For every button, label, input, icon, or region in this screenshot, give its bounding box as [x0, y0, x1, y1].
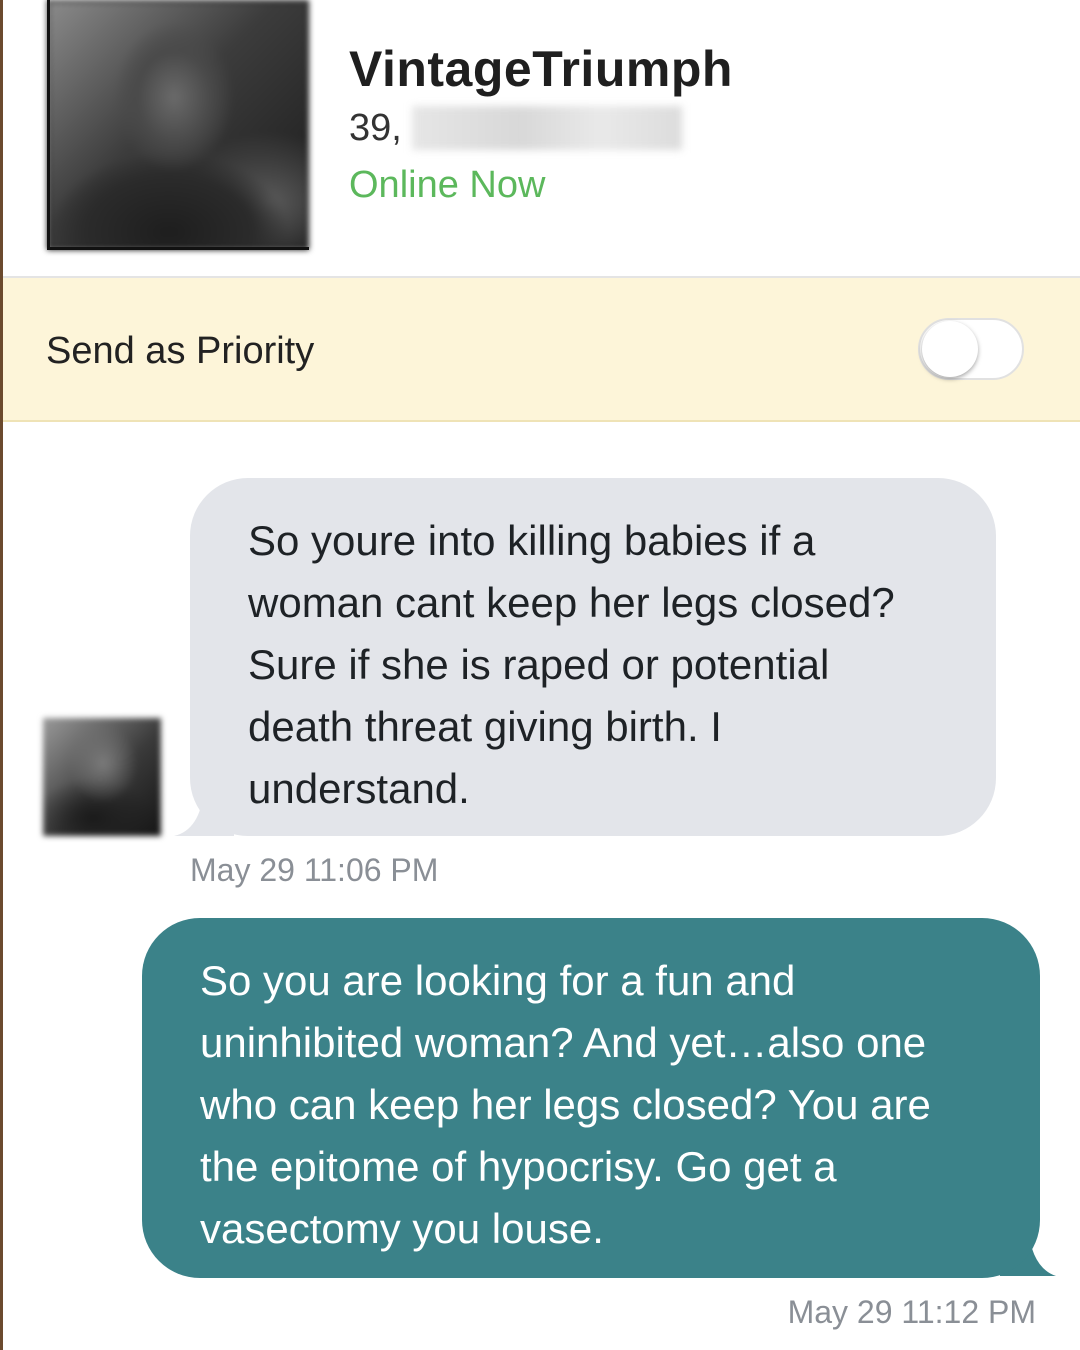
priority-label: Send as Priority	[46, 330, 315, 372]
chat-screen: VintageTriumph 39, Online Now Send as Pr…	[0, 0, 1080, 1350]
message-line: who can keep her legs closed? You are	[200, 1081, 931, 1128]
message-line: uninhibited woman? And yet…also one	[200, 1019, 927, 1066]
message-line: Sure if she is raped or potential	[248, 641, 830, 688]
message-line: vasectomy you louse.	[200, 1205, 604, 1252]
online-status: Online Now	[349, 164, 546, 206]
profile-username[interactable]: VintageTriumph	[349, 40, 733, 98]
priority-bar: Send as Priority	[3, 278, 1080, 422]
profile-location-redacted	[411, 106, 682, 150]
outgoing-message-bubble: So you are looking for a fun and uninhib…	[142, 918, 1040, 1278]
message-line: So you are looking for a fun and	[200, 957, 796, 1004]
incoming-timestamp: May 29 11:06 PM	[190, 852, 439, 888]
outgoing-timestamp: May 29 11:12 PM	[787, 1294, 1036, 1330]
toggle-knob	[922, 321, 978, 377]
message-line: the epitome of hypocrisy. Go get a	[200, 1143, 837, 1190]
profile-age: 39,	[349, 106, 402, 149]
sender-avatar[interactable]	[43, 718, 161, 836]
message-line: So youre into killing babies if a	[248, 517, 816, 564]
message-line: understand.	[248, 765, 470, 812]
profile-header: VintageTriumph 39, Online Now	[3, 0, 1080, 278]
priority-toggle[interactable]	[918, 318, 1024, 380]
incoming-message-bubble: So youre into killing babies if a woman …	[190, 478, 996, 836]
message-line: death threat giving birth. I	[248, 703, 722, 750]
message-line: woman cant keep her legs closed?	[248, 579, 895, 626]
profile-age-location: 39,	[349, 106, 682, 150]
avatar-frame	[47, 0, 309, 250]
